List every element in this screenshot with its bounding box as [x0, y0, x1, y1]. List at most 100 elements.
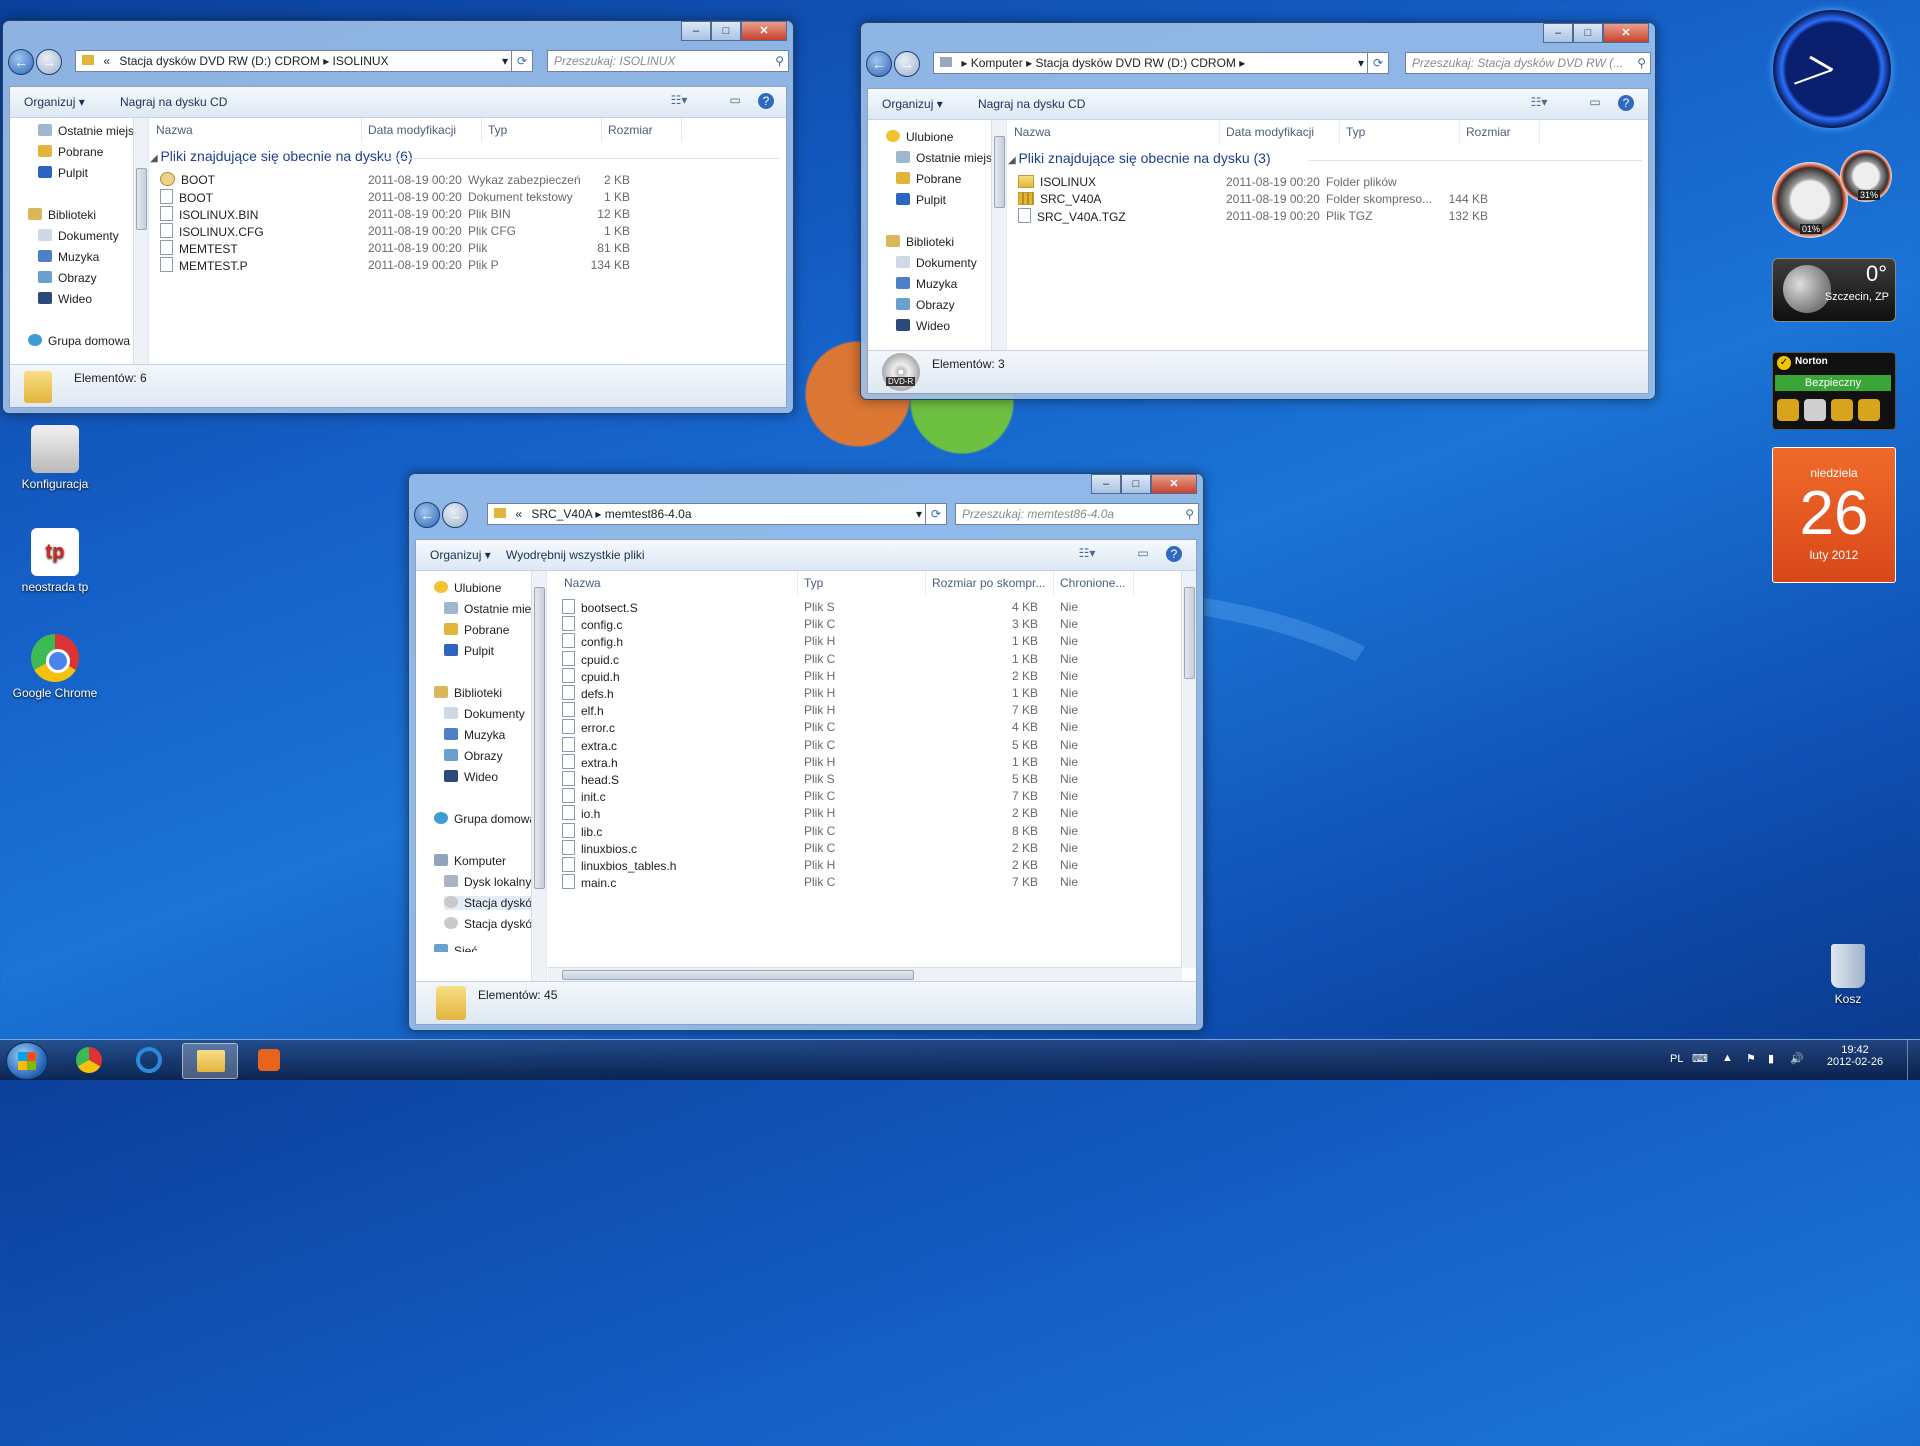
chevron-right-icon[interactable]: ▸ [595, 507, 604, 521]
file-row[interactable]: bootsect.S Plik S 4 KB Nie [548, 599, 1196, 616]
nav-item-documents[interactable]: Dokumenty [38, 229, 119, 243]
minimize-button[interactable]: – [681, 21, 711, 41]
refresh-button[interactable]: ⟳ [1367, 52, 1389, 74]
nav-item-documents[interactable]: Dokumenty [896, 256, 977, 270]
search-input[interactable]: Przeszukaj: ISOLINUX ⚲ [547, 50, 789, 72]
nav-item-downloads[interactable]: Pobrane [444, 623, 509, 637]
action-center-icon[interactable]: ⚑ [1746, 1052, 1756, 1065]
nav-item-videos[interactable]: Wideo [38, 292, 92, 306]
nav-item-music[interactable]: Muzyka [444, 728, 505, 742]
column-header-name[interactable]: Nazwa [558, 571, 798, 595]
help-icon[interactable]: ? [1618, 95, 1634, 111]
nav-item-favorites[interactable]: Ulubione [886, 130, 953, 144]
nav-item-pictures[interactable]: Obrazy [444, 749, 503, 763]
desktop-icon-konfiguracja[interactable]: Konfiguracja [10, 425, 100, 491]
column-header-name[interactable]: Nazwa [150, 118, 362, 142]
taskbar-chrome[interactable] [62, 1043, 116, 1077]
file-row[interactable]: cpuid.c Plik C 1 KB Nie [548, 650, 1196, 668]
nav-item-libraries[interactable]: Biblioteki [28, 208, 96, 222]
nav-item-libraries[interactable]: Biblioteki [434, 686, 502, 700]
view-options-icon[interactable]: ☷▾ [1078, 546, 1096, 562]
file-row[interactable]: config.h Plik H 1 KB Nie [548, 633, 1196, 650]
maximize-button[interactable]: □ [711, 21, 741, 41]
file-row[interactable]: lib.c Plik C 8 KB Nie [548, 822, 1196, 840]
taskbar-internet-explorer[interactable] [122, 1043, 176, 1077]
file-row[interactable]: linuxbios_tables.h Plik H 2 KB Nie [548, 857, 1196, 874]
forward-button[interactable]: → [442, 502, 468, 528]
chevron-down-icon[interactable]: ▾ [916, 504, 922, 524]
address-segment[interactable]: SRC_V40A [531, 507, 592, 521]
nav-item-music[interactable]: Muzyka [38, 250, 99, 264]
extract-all-button[interactable]: Wyodrębnij wszystkie pliki [506, 548, 645, 562]
search-input[interactable]: Przeszukaj: Stacja dysków DVD RW (... ⚲ [1405, 52, 1651, 74]
preview-pane-icon[interactable]: ▭ [726, 93, 744, 109]
nav-item-network[interactable]: Sieć [434, 944, 477, 952]
chevron-right-icon[interactable]: ▸ [961, 56, 970, 70]
norton-button-2[interactable] [1804, 399, 1826, 421]
search-icon[interactable]: ⚲ [1637, 53, 1646, 73]
column-header-protected[interactable]: Chronione... [1054, 571, 1134, 595]
nav-item-homegroup[interactable]: Grupa domowa [434, 812, 536, 826]
refresh-button[interactable]: ⟳ [511, 50, 533, 72]
organize-button[interactable]: Organizuj ▾ [882, 97, 943, 111]
file-row[interactable]: MEMTEST.P 2011-08-19 00:20 Plik P 134 KB [150, 257, 786, 274]
address-bar[interactable]: ▸ Komputer ▸ Stacja dysków DVD RW (D:) C… [933, 52, 1369, 74]
search-icon[interactable]: ⚲ [775, 51, 784, 71]
close-button[interactable]: ✕ [741, 21, 787, 41]
file-row[interactable]: extra.c Plik C 5 KB Nie [548, 736, 1196, 754]
nav-item-desktop[interactable]: Pulpit [38, 166, 88, 180]
nav-item-videos[interactable]: Wideo [444, 770, 498, 784]
search-icon[interactable]: ⚲ [1185, 504, 1194, 524]
nav-item-homegroup[interactable]: Grupa domowa [28, 334, 130, 348]
chevron-right-icon[interactable]: ▸ [1239, 56, 1245, 70]
file-row[interactable]: linuxbios.c Plik C 2 KB Nie [548, 839, 1196, 857]
view-options-icon[interactable]: ☷▾ [670, 93, 688, 109]
keyboard-icon[interactable]: ⌨ [1692, 1052, 1708, 1065]
nav-item-dvd-drive[interactable]: Stacja dysków DV [444, 896, 546, 910]
file-row[interactable]: head.S Plik S 5 KB Nie [548, 771, 1196, 788]
nav-item-desktop[interactable]: Pulpit [896, 193, 946, 207]
address-bar[interactable]: « SRC_V40A ▸ memtest86-4.0a ▾ [487, 503, 927, 525]
forward-button[interactable]: → [894, 51, 920, 77]
norton-button-3[interactable] [1831, 399, 1853, 421]
organize-button[interactable]: Organizuj ▾ [430, 548, 491, 562]
language-indicator[interactable]: PL [1670, 1053, 1683, 1065]
close-button[interactable]: ✕ [1151, 474, 1197, 494]
start-button[interactable] [6, 1042, 48, 1080]
nav-item-music[interactable]: Muzyka [896, 277, 957, 291]
back-button[interactable]: ← [414, 502, 440, 528]
file-row[interactable]: cpuid.h Plik H 2 KB Nie [548, 667, 1196, 685]
file-row[interactable]: defs.h Plik H 1 KB Nie [548, 685, 1196, 702]
file-row[interactable]: SRC_V40A 2011-08-19 00:20 Folder skompreso… [1008, 191, 1648, 208]
show-hidden-icons[interactable]: ▲ [1722, 1052, 1733, 1064]
title-bar[interactable]: – □ ✕ [3, 21, 793, 45]
file-row[interactable]: error.c Plik C 4 KB Nie [548, 719, 1196, 736]
volume-icon[interactable]: 🔊 [1790, 1052, 1804, 1065]
title-bar[interactable]: – □ ✕ [409, 474, 1203, 498]
help-icon[interactable]: ? [758, 93, 774, 109]
norton-gadget[interactable]: ✓ Norton Bezpieczny [1772, 352, 1896, 430]
file-row[interactable]: ISOLINUX.CFG 2011-08-19 00:20 Plik CFG 1 KB [150, 223, 786, 240]
nav-item-recent[interactable]: Ostatnie miejsca [38, 124, 147, 138]
address-segment[interactable]: Stacja dysków DVD RW (D:) CDROM [1035, 56, 1235, 70]
nav-scrollbar[interactable] [991, 120, 1006, 351]
nav-scrollbar[interactable] [133, 118, 148, 365]
refresh-button[interactable]: ⟳ [925, 503, 947, 525]
column-header-date[interactable]: Data modyfikacji [1220, 120, 1340, 144]
scroll-thumb[interactable] [1184, 587, 1195, 679]
norton-button-1[interactable] [1777, 399, 1799, 421]
horizontal-scrollbar[interactable] [548, 967, 1182, 982]
title-bar[interactable]: – □ ✕ [861, 23, 1655, 47]
nav-item-desktop[interactable]: Pulpit [444, 644, 494, 658]
scroll-thumb[interactable] [136, 168, 147, 230]
preview-pane-icon[interactable]: ▭ [1134, 546, 1152, 562]
chevron-down-icon[interactable]: ▾ [502, 51, 508, 71]
network-icon[interactable]: ▮ [1768, 1052, 1774, 1065]
close-button[interactable]: ✕ [1603, 23, 1649, 43]
nav-item-downloads[interactable]: Pobrane [896, 172, 961, 186]
file-row[interactable]: init.c Plik C 7 KB Nie [548, 788, 1196, 805]
column-header-date[interactable]: Data modyfikacji [362, 118, 482, 142]
back-button[interactable]: ← [8, 49, 34, 75]
nav-item-downloads[interactable]: Pobrane [38, 145, 103, 159]
scroll-thumb[interactable] [534, 587, 545, 889]
